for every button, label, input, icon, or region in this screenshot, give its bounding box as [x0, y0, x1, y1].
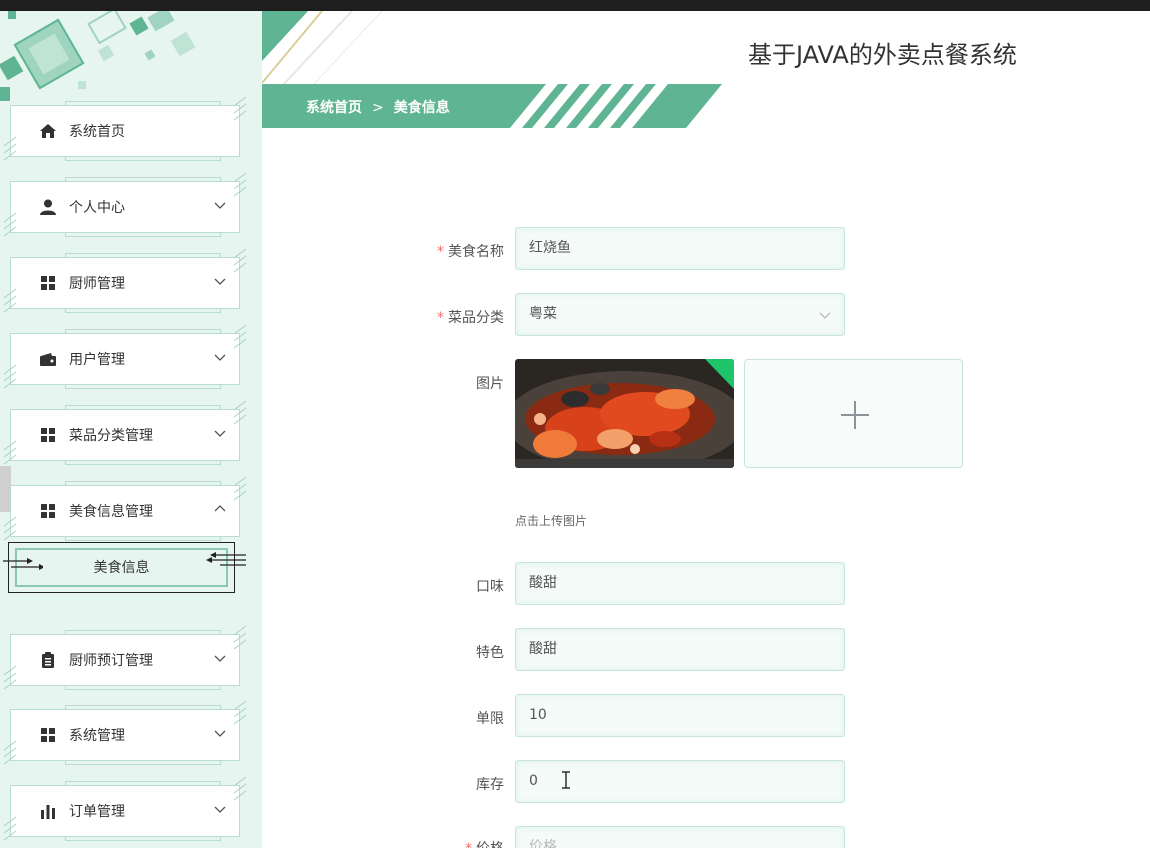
limit-label: 单限 [476, 711, 504, 727]
chevron-down-icon [213, 197, 227, 211]
chevron-down-icon [213, 725, 227, 739]
category-label: * 菜品分类 [437, 310, 504, 326]
sidebar-item-label: 系统管理 [69, 728, 125, 744]
decorative-stripes [233, 324, 247, 354]
sidebar-item-label: 菜品分类管理 [69, 428, 153, 444]
arrow-left-icon [206, 552, 246, 566]
sidebar-item[interactable]: 个人中心 [3, 172, 247, 237]
chevron-down-icon [213, 349, 227, 363]
sidebar-item[interactable]: 菜品分类管理 [3, 400, 247, 465]
sidebar-item-label: 用户管理 [69, 352, 125, 368]
plus-icon [841, 401, 869, 429]
sidebar-item[interactable]: 用户管理 [3, 324, 247, 389]
sidebar-decoration [0, 11, 196, 101]
chevron-down-icon [213, 801, 227, 815]
arrow-right-icon [3, 558, 43, 570]
user-icon [39, 198, 57, 216]
decorative-stripes [3, 364, 17, 394]
app-title: 基于JAVA的外卖点餐系统 [748, 41, 1017, 69]
chevron-down-icon [819, 312, 831, 319]
image-upload-button[interactable] [744, 359, 963, 468]
name-label: * 美食名称 [437, 244, 504, 260]
grid-icon [39, 502, 57, 520]
sidebar-subitem-food-info[interactable]: 美食信息 [3, 542, 246, 593]
chevron-up-icon [213, 501, 227, 515]
decorative-stripes [233, 400, 247, 430]
wallet-icon [39, 350, 57, 368]
decorative-stripes [233, 700, 247, 730]
decorative-stripes [233, 172, 247, 202]
breadcrumb-separator: > [372, 100, 384, 116]
price-input[interactable]: 价格 [515, 826, 845, 848]
sidebar-item[interactable]: 系统首页 [3, 96, 247, 161]
decorative-stripes [3, 740, 17, 770]
price-label: *价格 [404, 838, 504, 848]
sidebar-item[interactable]: 厨师预订管理 [3, 625, 247, 690]
decorative-stripes [3, 212, 17, 242]
grid-icon [39, 726, 57, 744]
stock-label: 库存 [476, 777, 504, 793]
feature-input[interactable]: 酸甜 [515, 628, 845, 671]
decorative-stripes [233, 476, 247, 506]
decorative-stripes [3, 288, 17, 318]
decorative-stripes [3, 816, 17, 846]
sidebar-item-label: 订单管理 [69, 804, 125, 820]
sidebar-item-label: 厨师管理 [69, 276, 125, 292]
chevron-down-icon [213, 650, 227, 664]
decorative-stripes [233, 776, 247, 806]
grid-icon [39, 274, 57, 292]
bar-chart-icon [39, 802, 57, 820]
grid-icon [39, 426, 57, 444]
home-icon [39, 122, 57, 140]
decorative-stripes [3, 136, 17, 166]
taste-input[interactable]: 酸甜 [515, 562, 845, 605]
food-image-thumbnail[interactable] [515, 359, 734, 468]
sidebar-item-label: 厨师预订管理 [69, 653, 153, 669]
sidebar-item-label: 系统首页 [69, 124, 125, 140]
chevron-down-icon [213, 425, 227, 439]
sidebar-item-label: 个人中心 [69, 200, 125, 216]
decorative-stripes [3, 440, 17, 470]
breadcrumb-current: 美食信息 [393, 100, 450, 116]
header-decoration [262, 11, 383, 86]
image-label: 图片 [476, 376, 504, 392]
breadcrumb-home[interactable]: 系统首页 [306, 97, 362, 117]
sidebar-item[interactable]: 厨师管理 [3, 248, 247, 313]
category-select[interactable]: 粤菜 [515, 293, 845, 336]
limit-input[interactable]: 10 [515, 694, 845, 737]
decorative-stripes [3, 665, 17, 695]
category-select-value: 粤菜 [529, 306, 557, 322]
decorative-stripes [233, 248, 247, 278]
taste-label: 口味 [476, 579, 504, 595]
chevron-down-icon [213, 273, 227, 287]
decorative-stripes [233, 96, 247, 126]
breadcrumb: 系统首页 > 美食信息 [306, 97, 450, 117]
sidebar-item[interactable]: 美食信息管理 [3, 476, 247, 541]
window-top-bar [0, 0, 1150, 11]
upload-hint: 点击上传图片 [515, 514, 588, 528]
sidebar-item[interactable]: 系统管理 [3, 700, 247, 765]
clipboard-icon [39, 651, 57, 669]
feature-label: 特色 [476, 645, 504, 661]
food-name-input[interactable]: 红烧鱼 [515, 227, 845, 270]
text-cursor-icon [562, 771, 570, 789]
sidebar-item[interactable]: 订单管理 [3, 776, 247, 841]
decorative-stripes [233, 625, 247, 655]
sidebar-item-label: 美食信息管理 [69, 504, 153, 520]
